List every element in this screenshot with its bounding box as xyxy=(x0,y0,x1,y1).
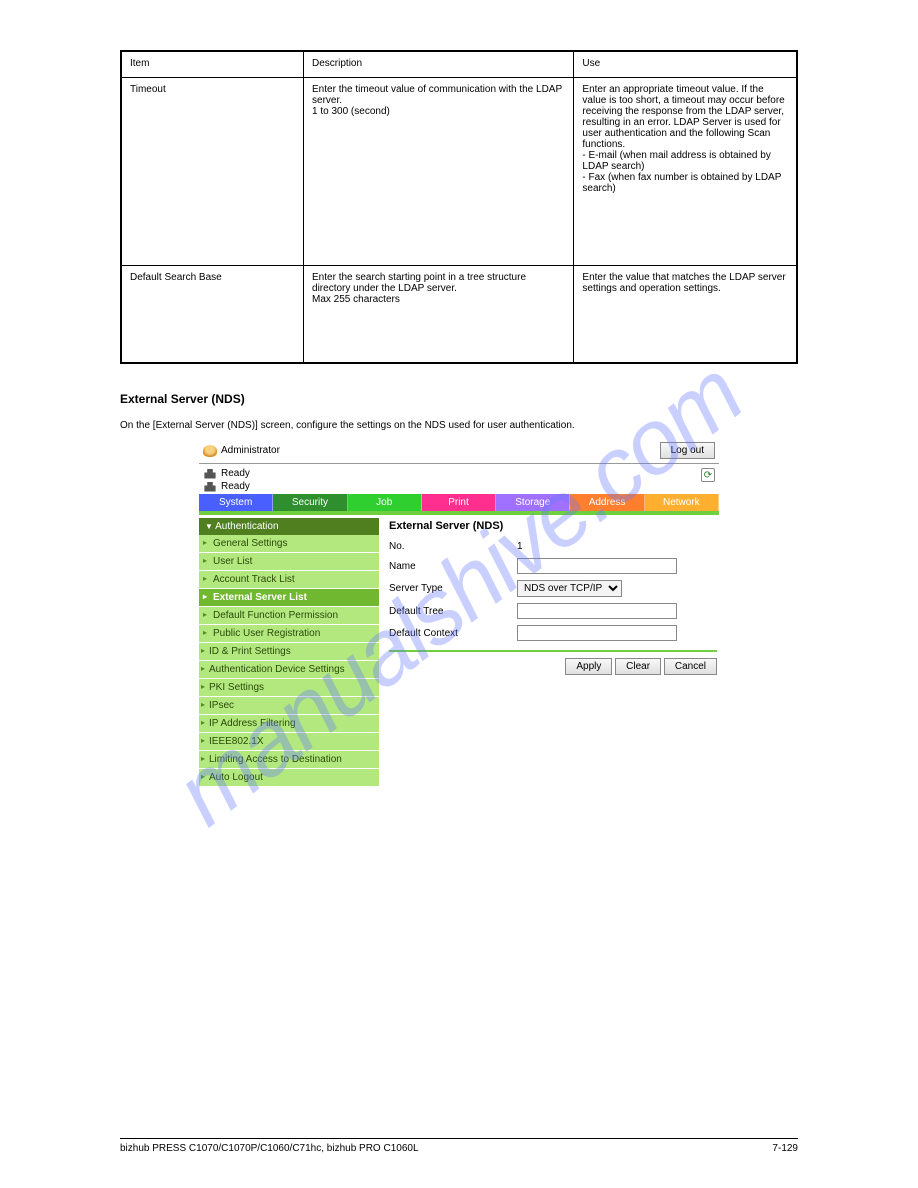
footer-product: bizhub PRESS C1070/C1070P/C1060/C71hc, b… xyxy=(120,1143,419,1154)
cancel-button[interactable]: Cancel xyxy=(664,658,717,675)
sidebar-item-public-user-registration[interactable]: Public User Registration xyxy=(199,625,379,643)
main-panel-title: External Server (NDS) xyxy=(389,520,717,532)
sidebar-item-account-track-list[interactable]: Account Track List xyxy=(199,571,379,589)
administrator-icon xyxy=(203,445,217,457)
tab-network[interactable]: Network xyxy=(645,494,719,511)
sidebar: Authentication General Settings User Lis… xyxy=(199,518,379,787)
table-cell-use: Enter the value that matches the LDAP se… xyxy=(574,265,797,363)
clear-button[interactable]: Clear xyxy=(615,658,661,675)
tab-storage[interactable]: Storage xyxy=(496,494,570,511)
footer-page-number: 7-129 xyxy=(772,1143,798,1154)
sidebar-item-limiting-access[interactable]: Limiting Access to Destination xyxy=(199,751,379,769)
default-tree-label: Default Tree xyxy=(389,606,509,617)
name-input[interactable] xyxy=(517,558,677,574)
user-bar: Administrator Log out xyxy=(199,439,719,464)
server-type-select[interactable]: NDS over TCP/IP xyxy=(517,580,622,597)
administrator-label: Administrator xyxy=(221,445,280,456)
intro-text: On the [External Server (NDS)] screen, c… xyxy=(120,420,798,431)
status-row: Ready Ready ⟳ xyxy=(199,464,719,494)
table-cell-item: Default Search Base xyxy=(121,265,304,363)
main-panel: External Server (NDS) No. 1 Name Server … xyxy=(385,518,719,787)
sidebar-item-default-function-permission[interactable]: Default Function Permission xyxy=(199,607,379,625)
sidebar-item-ip-address-filtering[interactable]: IP Address Filtering xyxy=(199,715,379,733)
sidebar-item-user-list[interactable]: User List xyxy=(199,553,379,571)
page-footer: bizhub PRESS C1070/C1070P/C1060/C71hc, b… xyxy=(120,1138,798,1154)
settings-table: Item Description Use Timeout Enter the t… xyxy=(120,50,798,364)
table-header-row: Item Description Use xyxy=(121,51,797,77)
logout-button[interactable]: Log out xyxy=(660,442,715,459)
sidebar-item-ipsec[interactable]: IPsec xyxy=(199,697,379,715)
admin-ui-panel: Administrator Log out Ready Ready ⟳ Syst… xyxy=(199,439,719,787)
table-header-use: Use xyxy=(574,51,797,77)
default-context-label: Default Context xyxy=(389,628,509,639)
refresh-icon[interactable]: ⟳ xyxy=(701,468,715,482)
status-ready-1: Ready xyxy=(221,468,250,479)
tab-print[interactable]: Print xyxy=(422,494,496,511)
no-label: No. xyxy=(389,541,509,552)
printer-icon xyxy=(203,469,217,479)
sidebar-item-general-settings[interactable]: General Settings xyxy=(199,535,379,553)
server-type-label: Server Type xyxy=(389,583,509,594)
sidebar-item-external-server-list[interactable]: External Server List xyxy=(199,589,379,607)
sidebar-item-ieee8021x[interactable]: IEEE802.1X xyxy=(199,733,379,751)
default-tree-input[interactable] xyxy=(517,603,677,619)
no-value: 1 xyxy=(517,541,717,552)
name-label: Name xyxy=(389,561,509,572)
table-header-description: Description xyxy=(304,51,574,77)
sidebar-item-authentication-device-settings[interactable]: Authentication Device Settings xyxy=(199,661,379,679)
form-divider xyxy=(389,650,717,652)
tab-address[interactable]: Address xyxy=(570,494,644,511)
table-row: Timeout Enter the timeout value of commu… xyxy=(121,77,797,265)
divider-bar xyxy=(199,511,719,515)
default-context-input[interactable] xyxy=(517,625,677,641)
table-cell-use: Enter an appropriate timeout value. If t… xyxy=(574,77,797,265)
sidebar-item-pki-settings[interactable]: PKI Settings xyxy=(199,679,379,697)
apply-button[interactable]: Apply xyxy=(565,658,612,675)
tab-job[interactable]: Job xyxy=(348,494,422,511)
printer-icon xyxy=(203,482,217,492)
sidebar-section-authentication[interactable]: Authentication xyxy=(199,518,379,535)
sidebar-item-auto-logout[interactable]: Auto Logout xyxy=(199,769,379,787)
table-cell-item: Timeout xyxy=(121,77,304,265)
status-ready-2: Ready xyxy=(221,481,250,492)
tab-security[interactable]: Security xyxy=(273,494,347,511)
main-tabs: System Security Job Print Storage Addres… xyxy=(199,494,719,511)
table-row: Default Search Base Enter the search sta… xyxy=(121,265,797,363)
tab-system[interactable]: System xyxy=(199,494,273,511)
table-cell-description: Enter the timeout value of communication… xyxy=(304,77,574,265)
sidebar-item-id-print-settings[interactable]: ID & Print Settings xyxy=(199,643,379,661)
section-heading: External Server (NDS) xyxy=(120,392,798,406)
table-cell-description: Enter the search starting point in a tre… xyxy=(304,265,574,363)
table-header-item: Item xyxy=(121,51,304,77)
